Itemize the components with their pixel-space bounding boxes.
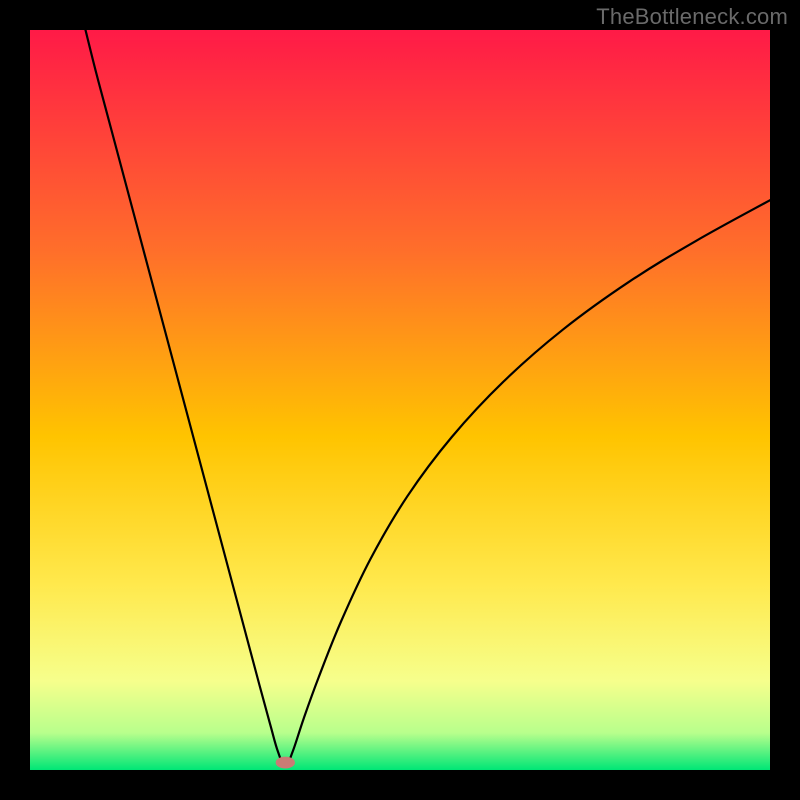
plot-svg [30,30,770,770]
minimum-marker [276,757,295,769]
chart-container: TheBottleneck.com [0,0,800,800]
plot-area [30,30,770,770]
watermark-text: TheBottleneck.com [596,4,788,30]
gradient-background [30,30,770,770]
